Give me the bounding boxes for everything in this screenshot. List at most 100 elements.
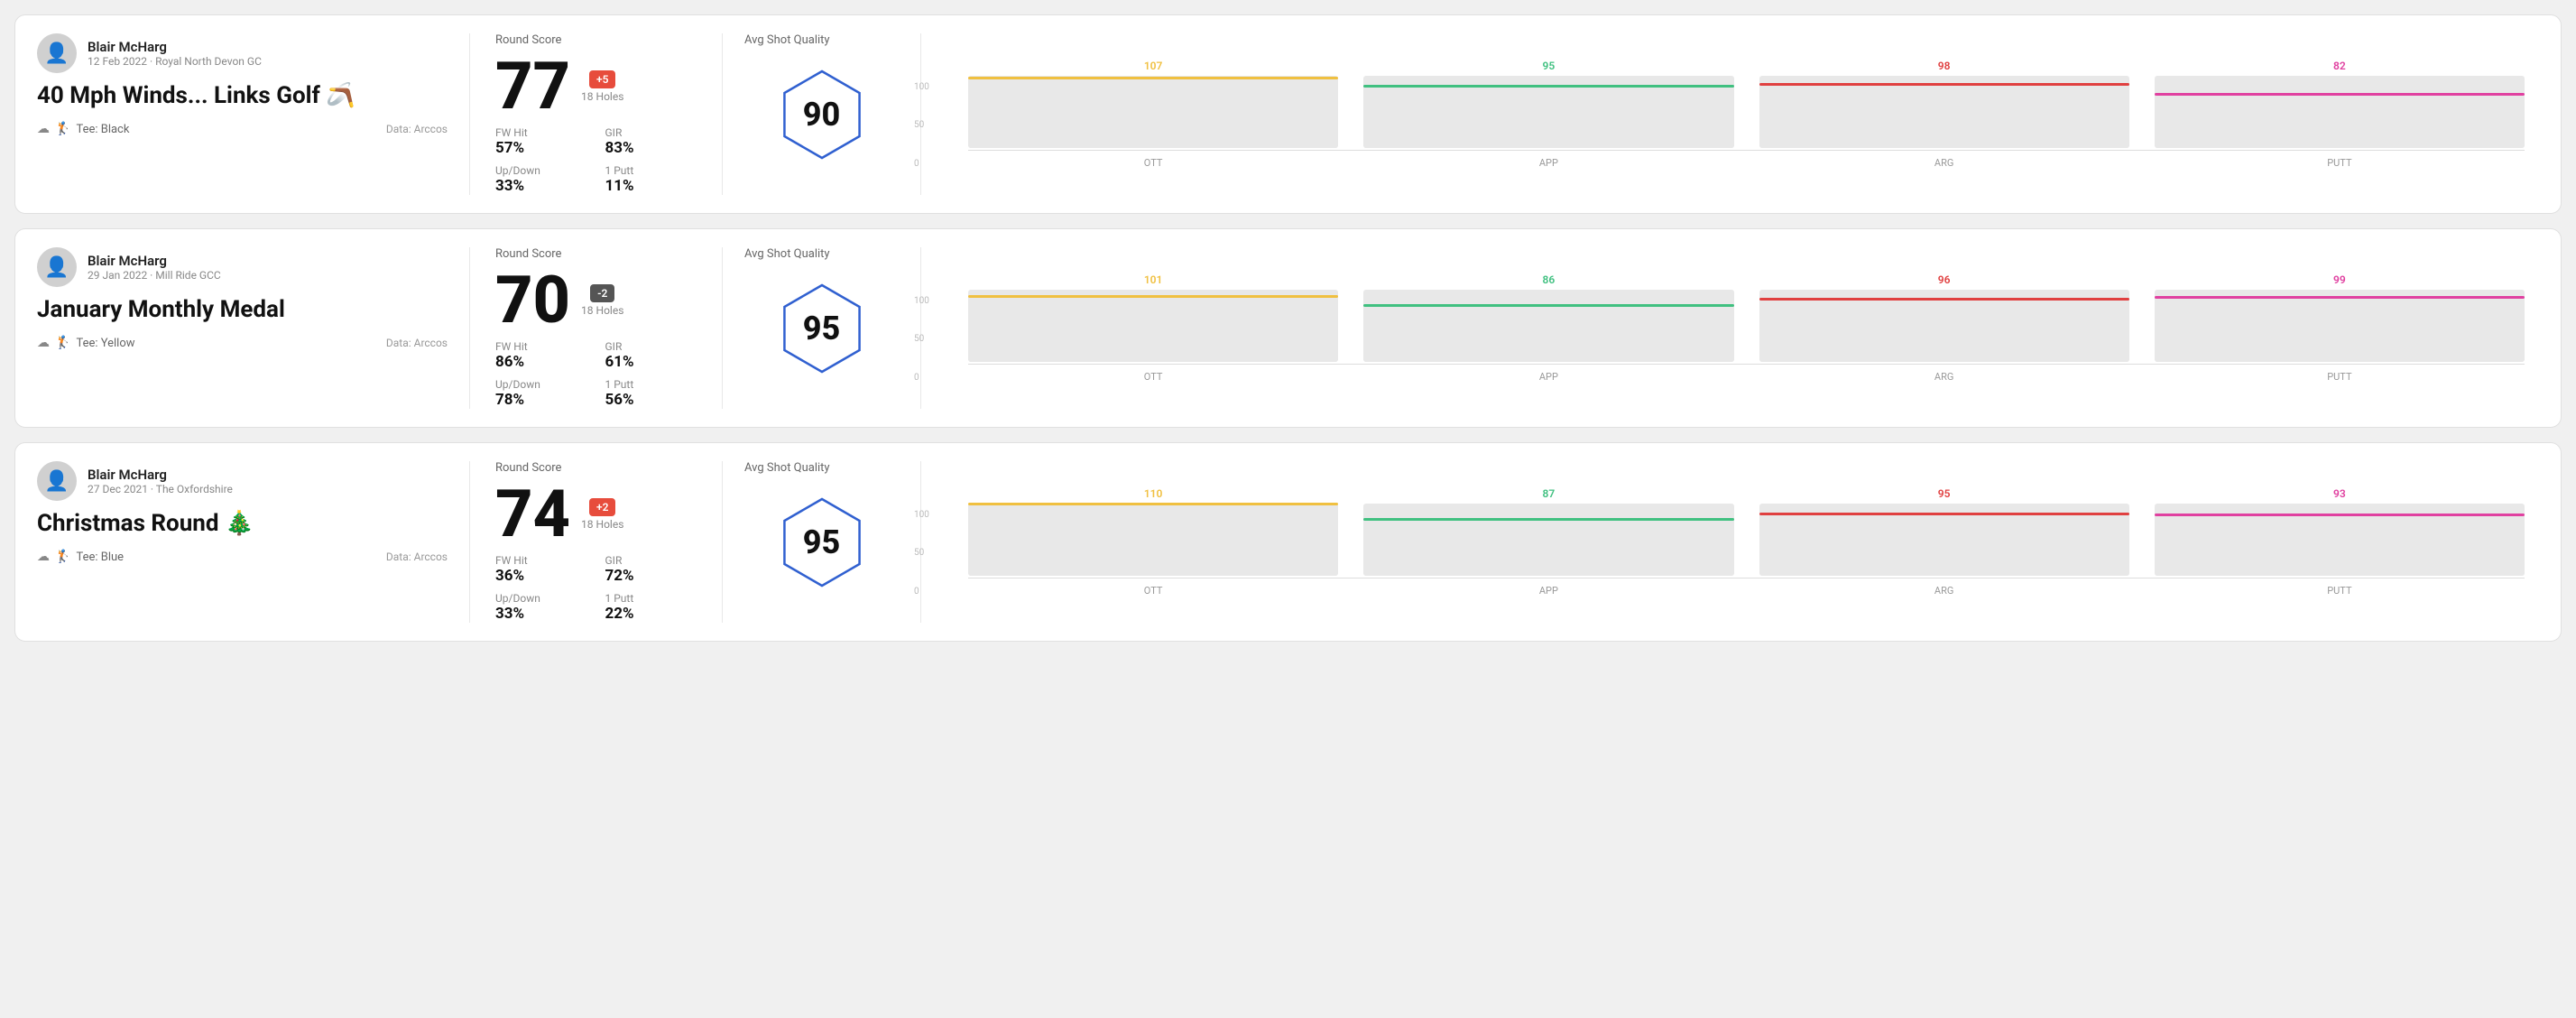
quality-label: Avg Shot Quality — [744, 461, 830, 475]
avatar-icon: 👤 — [44, 470, 69, 493]
gir-value: 61% — [605, 353, 697, 371]
fw-hit-value: 57% — [495, 139, 587, 157]
left-section: 👤 Blair McHarg 12 Feb 2022 · Royal North… — [37, 33, 470, 195]
bar-value: 87 — [1543, 487, 1556, 500]
putt-value: 56% — [605, 391, 697, 409]
chart-axis-label: OTT — [1144, 371, 1163, 383]
avatar-icon: 👤 — [44, 42, 69, 65]
fw-hit-value: 86% — [495, 353, 587, 371]
putt-label: 1 Putt — [605, 592, 697, 605]
bar-chart: 101 OTT 86 APP 96 — [968, 274, 2525, 383]
data-source: Data: Arccos — [386, 337, 448, 349]
data-source: Data: Arccos — [386, 123, 448, 135]
bar-line — [1363, 518, 1733, 521]
bar-value: 107 — [1144, 60, 1163, 72]
score-row: 70 -2 18 Holes — [495, 268, 697, 333]
bar-fill — [2155, 94, 2525, 148]
quality-score: 95 — [803, 523, 841, 561]
tee-info: ☁ 🏌 Tee: Blue — [37, 550, 124, 564]
round-score-label: Round Score — [495, 247, 697, 261]
chart-section: 100 50 0 110 OTT — [921, 461, 2539, 623]
chart-col-app: 86 APP — [1363, 290, 1733, 383]
round-score-label: Round Score — [495, 461, 697, 475]
bar-line — [1759, 83, 2129, 86]
quality-score: 90 — [803, 96, 841, 134]
fw-hit-label: FW Hit — [495, 554, 587, 567]
player-info: 👤 Blair McHarg 12 Feb 2022 · Royal North… — [37, 33, 448, 73]
bar-line — [1363, 304, 1733, 307]
bar-fill — [1759, 299, 2129, 362]
hexagon-container: 90 — [744, 65, 899, 164]
score-diff-badge: +5 — [589, 70, 615, 88]
chart-col-arg: 95 ARG — [1759, 504, 2129, 597]
middle-section: Round Score 74 +2 18 Holes FW Hit 36% GI… — [470, 461, 723, 623]
chart-col-putt: 82 PUTT — [2155, 76, 2525, 169]
bar-value: 110 — [1144, 487, 1163, 500]
axis-line — [968, 150, 2525, 151]
quality-section: Avg Shot Quality 90 — [723, 33, 921, 195]
chart-axis-label: ARG — [1934, 371, 1953, 383]
y-axis: 100 50 0 — [914, 274, 929, 383]
score-big: 77 — [495, 54, 570, 119]
player-date: 27 Dec 2021 · The Oxfordshire — [88, 483, 233, 495]
holes-label: 18 Holes — [581, 90, 623, 103]
gir-value: 83% — [605, 139, 697, 157]
chart-axis-label: ARG — [1934, 585, 1953, 597]
updown-stat: Up/Down 33% — [495, 164, 587, 195]
bar-line — [1363, 85, 1733, 88]
chart-col-ott: 110 OTT — [968, 504, 1338, 597]
tee-row: ☁ 🏌 Tee: Black Data: Arccos — [37, 122, 448, 136]
quality-label: Avg Shot Quality — [744, 33, 830, 47]
updown-label: Up/Down — [495, 592, 587, 605]
holes-label: 18 Holes — [581, 518, 623, 531]
quality-score: 95 — [803, 310, 841, 347]
quality-section: Avg Shot Quality 95 — [723, 247, 921, 409]
hexagon: 95 — [772, 279, 872, 378]
chart-axis-label: APP — [1539, 371, 1558, 383]
bar-line — [1759, 513, 2129, 515]
bar-fill — [1759, 84, 2129, 148]
player-name: Blair McHarg — [88, 39, 262, 55]
hexagon: 90 — [772, 65, 872, 164]
tee-info: ☁ 🏌 Tee: Yellow — [37, 336, 135, 350]
fw-hit-label: FW Hit — [495, 126, 587, 139]
chart-section: 100 50 0 107 OTT — [921, 33, 2539, 195]
left-section: 👤 Blair McHarg 29 Jan 2022 · Mill Ride G… — [37, 247, 470, 409]
gir-stat: GIR 61% — [605, 340, 697, 371]
round-title: 40 Mph Winds... Links Golf 🪃 — [37, 82, 448, 109]
player-details: Blair McHarg 27 Dec 2021 · The Oxfordshi… — [88, 467, 233, 495]
player-info: 👤 Blair McHarg 27 Dec 2021 · The Oxfords… — [37, 461, 448, 501]
holes-label: 18 Holes — [581, 304, 623, 317]
chart-col-arg: 96 ARG — [1759, 290, 2129, 383]
score-big: 70 — [495, 268, 570, 333]
player-details: Blair McHarg 12 Feb 2022 · Royal North D… — [88, 39, 262, 68]
round-title: January Monthly Medal — [37, 296, 448, 323]
round-title: Christmas Round 🎄 — [37, 510, 448, 537]
bar-fill — [1363, 519, 1733, 576]
chart-col-app: 87 APP — [1363, 504, 1733, 597]
bar-line — [968, 503, 1338, 505]
chart-col-app: 95 APP — [1363, 76, 1733, 169]
putt-stat: 1 Putt 11% — [605, 164, 697, 195]
bar-line — [2155, 93, 2525, 96]
bag-icon: 🏌 — [55, 336, 70, 350]
fw-hit-stat: FW Hit 57% — [495, 126, 587, 157]
bar-line — [968, 295, 1338, 298]
round-card: 👤 Blair McHarg 29 Jan 2022 · Mill Ride G… — [14, 228, 2562, 428]
score-badge: +5 18 Holes — [581, 70, 623, 103]
avatar: 👤 — [37, 33, 77, 73]
hexagon-container: 95 — [744, 493, 899, 592]
tee-label: Tee: Blue — [76, 551, 124, 564]
round-card: 👤 Blair McHarg 27 Dec 2021 · The Oxfords… — [14, 442, 2562, 642]
stats-grid: FW Hit 86% GIR 61% Up/Down 78% 1 Putt 56… — [495, 340, 697, 409]
gir-value: 72% — [605, 567, 697, 585]
cloud-icon: ☁ — [37, 336, 50, 350]
middle-section: Round Score 70 -2 18 Holes FW Hit 86% GI… — [470, 247, 723, 409]
score-big: 74 — [495, 482, 570, 547]
stats-grid: FW Hit 57% GIR 83% Up/Down 33% 1 Putt 11… — [495, 126, 697, 195]
score-row: 74 +2 18 Holes — [495, 482, 697, 547]
hexagon-container: 95 — [744, 279, 899, 378]
chart-axis-label: PUTT — [2327, 585, 2351, 597]
chart-col-ott: 107 OTT — [968, 76, 1338, 169]
bar-value: 98 — [1938, 60, 1951, 72]
